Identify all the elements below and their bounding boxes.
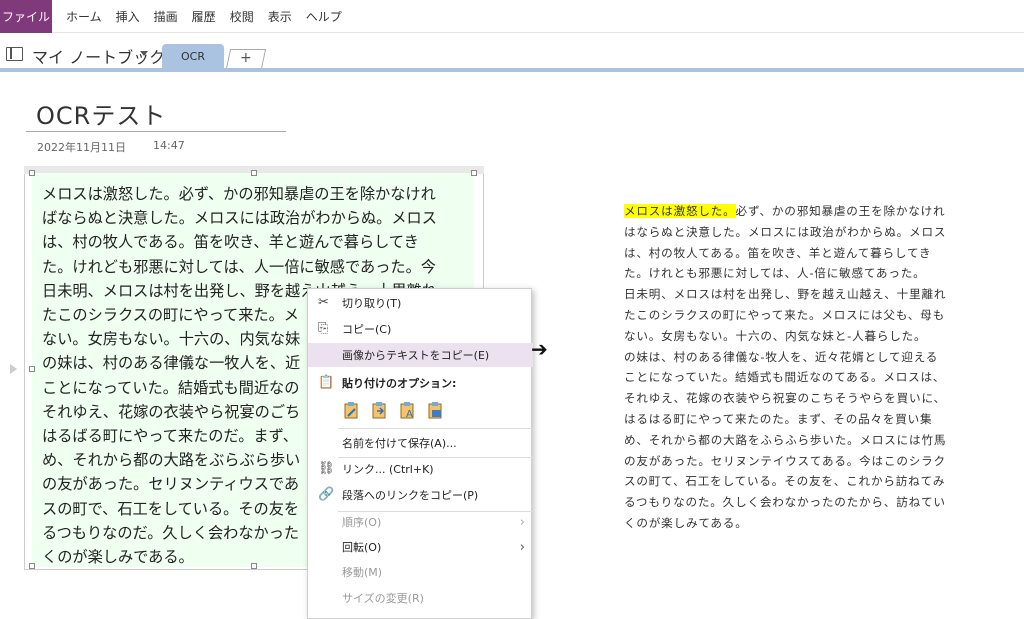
menu-item-save-as[interactable]: 名前を付けて保存(A)... [308, 431, 533, 455]
container-arrow-icon[interactable] [10, 364, 17, 374]
menu-tab-view[interactable]: 表示 [268, 8, 292, 25]
paste-merge-formatting-icon[interactable] [372, 402, 386, 419]
ocr-result-line: くのが楽しみてある。 [624, 515, 748, 530]
ocr-result-line: たこのシラクスの町にやって来た。メロスには父も、母も [624, 307, 945, 322]
resize-handle[interactable] [251, 170, 257, 176]
image-text-line: は、村の牧人である。笛を吹き、羊と遊んで暮らしてき [42, 233, 419, 252]
paragraph-link-icon: 🔗 [318, 487, 335, 502]
notebook-name[interactable]: マイ ノートブック [32, 44, 165, 68]
menu-tab-history[interactable]: 履歴 [192, 8, 216, 25]
ocr-result-line: の友があった。セリヌンテイウスてある。今はこのシラク [624, 453, 946, 468]
menu-item-label: 画像からテキストをコピー(E) [342, 349, 490, 362]
resize-handle[interactable] [29, 563, 35, 569]
menu-item-label: 回転(O) [342, 541, 382, 554]
add-section-label[interactable]: + [240, 50, 252, 66]
ocr-result-line: それゆえ、花嫁の衣装やら祝宴のこちそうやらを買いに、 [624, 391, 946, 406]
svg-text:A: A [406, 409, 413, 420]
clipboard-icon: 📋 [318, 375, 335, 390]
ocr-result-line: の妹は、村のある律儀な-牧人を、近々花婿として迎える [624, 349, 939, 364]
link-icon: ⛓ [318, 461, 335, 476]
notebook-icon[interactable] [6, 47, 23, 61]
highlighted-text: メロスは激怒した。 [624, 204, 736, 218]
chevron-right-icon: › [519, 514, 525, 530]
ocr-result-line: は、村の牧人てある。笛を吹き、羊と遊んて暮らしてき [624, 245, 932, 260]
ribbon-menubar: ファイル ホーム 挿入 描画 履歴 校閲 表示 ヘルプ [0, 0, 1024, 33]
ocr-result-line: 日未明、メロスは村を出発し、野を越え山越え、十里離れ [624, 287, 947, 302]
menu-item-cut[interactable]: ✂ 切り取り(T) [308, 291, 533, 315]
image-text-line: た。けれども邪悪に対しては、人一倍に敏感であった。今 [42, 257, 436, 276]
ocr-result-line-rest: 必ず、かの邪知暴虐の王を除かなけれ [735, 204, 946, 218]
resize-handle[interactable] [29, 170, 35, 176]
menu-item-resize: サイズの変更(R) [308, 586, 533, 610]
section-tab-ocr[interactable]: OCR [162, 44, 224, 69]
resize-handle[interactable] [29, 366, 35, 372]
menu-item-label: 切り取り(T) [342, 297, 402, 310]
mouse-cursor-icon: ➔ [531, 337, 548, 361]
resize-handle[interactable] [471, 170, 477, 176]
page-time: 14:47 [153, 139, 185, 152]
menu-separator [338, 428, 533, 429]
ocr-result-line: メロスは激怒した。必ず、かの邪知暴虐の王を除かなけれ [624, 201, 974, 222]
context-menu: ✂ 切り取り(T) ⎘ コピー(C) 画像からテキストをコピー(E) 📋 貼り付… [307, 288, 533, 619]
menu-item-label: 移動(M) [342, 566, 383, 579]
ocr-result-line: ない。女房もない。十六の、内気な妹と-人暮らした。 [624, 328, 927, 343]
image-text-line: メロスは激怒した。必ず、かの邪知暴虐の王を除かなけれ [42, 185, 436, 203]
ocr-result-line: ことになっていた。結婚式も間近なのてある。メロスは、 [624, 370, 946, 385]
ocr-result-line: め、それから都の大路をふらふら歩いた。メロスには竹馬 [624, 432, 947, 447]
chevron-down-icon[interactable] [140, 51, 148, 56]
menu-item-link[interactable]: ⛓ リンク... (Ctrl+K) [308, 457, 533, 481]
menu-item-label: コピー(C) [342, 323, 392, 336]
menu-item-copy-link-to-paragraph[interactable]: 🔗 段落へのリンクをコピー(P) [308, 483, 533, 507]
chevron-right-icon: › [519, 539, 525, 555]
menu-item-copy[interactable]: ⎘ コピー(C) [308, 317, 533, 341]
paste-option-icons: A [342, 401, 462, 421]
menu-item-label: 段落へのリンクをコピー(P) [342, 489, 479, 502]
copy-icon: ⎘ [318, 321, 329, 336]
menu-item-label: サイズの変更(R) [342, 592, 424, 605]
paste-icons-svg: A [344, 402, 442, 420]
ocr-result-line: スの町て、石工をしている。その友を、これから訪ねてみ [624, 474, 946, 489]
page-date: 2022年11月11日 [37, 141, 126, 154]
menu-item-copy-text-from-image[interactable]: 画像からテキストをコピー(E) [308, 343, 533, 367]
menu-item-label: 貼り付けのオプション: [342, 377, 457, 390]
menu-tab-home[interactable]: ホーム [66, 8, 102, 25]
notebook-bar: マイ ノートブック OCR + [0, 40, 1024, 70]
image-text-line: ばならぬと決意した。メロスには政治がわからぬ。メロス [42, 209, 437, 228]
ocr-result-line: はならぬと決意した。メロスには政治がわからぬ。メロス [624, 224, 947, 239]
menu-item-label: 名前を付けて保存(A)... [342, 437, 457, 450]
title-underline [26, 131, 286, 132]
menu-tab-draw[interactable]: 描画 [154, 8, 178, 25]
menu-item-label: リンク... (Ctrl+K) [342, 463, 434, 476]
ocr-result-line: た。けれとも邪悪に対しては、人-倍に敏感てあった。 [624, 266, 926, 281]
ocr-result-text[interactable]: メロスは激怒した。必ず、かの邪知暴虐の王を除かなけれ はならぬと決意した。メロス… [624, 201, 974, 534]
ocr-result-line: はるはる町にやって来たのた。まず、その品々を買い集 [624, 411, 933, 426]
menu-item-label: 順序(O) [342, 516, 382, 529]
section-color-bar [0, 68, 1024, 72]
menu-tab-help[interactable]: ヘルプ [306, 8, 342, 25]
paste-text-only-icon[interactable]: A [400, 402, 414, 420]
menu-tab-review[interactable]: 校閲 [230, 8, 254, 25]
paste-keep-formatting-icon[interactable] [344, 402, 358, 419]
scissors-icon: ✂ [318, 295, 329, 310]
menu-item-move: 移動(M) [308, 560, 533, 584]
file-menu-tab[interactable]: ファイル [0, 0, 52, 33]
menu-tab-insert[interactable]: 挿入 [116, 8, 140, 25]
paste-picture-icon[interactable] [428, 402, 442, 419]
menu-item-rotate[interactable]: 回転(O) › [308, 535, 533, 559]
paste-options-header: 📋 貼り付けのオプション: [308, 371, 533, 395]
ocr-result-line: るつもりなのた。久しく会わなかったのたから、訪ねてい [624, 495, 946, 510]
menu-item-order: 順序(O) › [308, 510, 533, 534]
page-title[interactable]: OCRテスト [36, 96, 166, 131]
